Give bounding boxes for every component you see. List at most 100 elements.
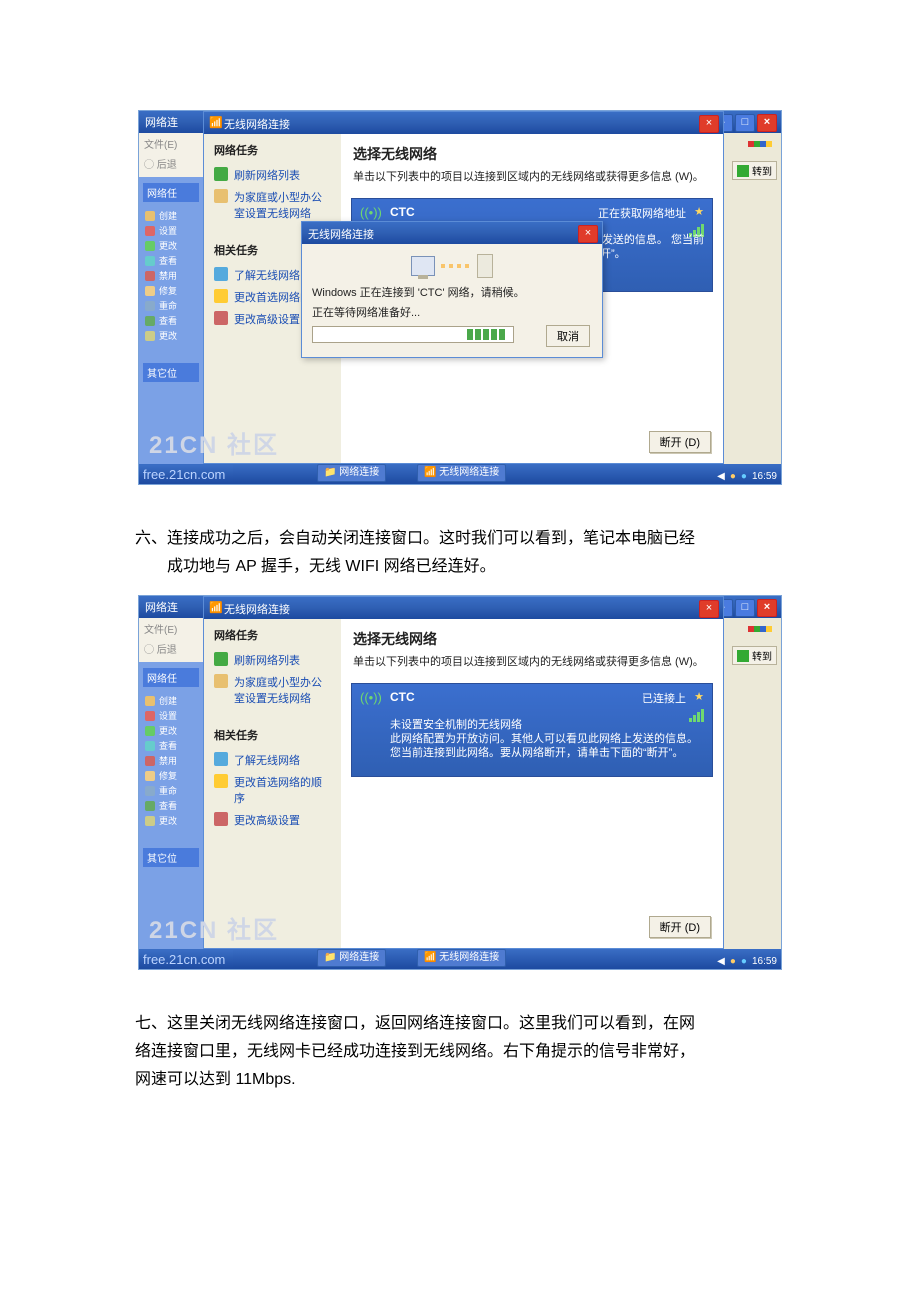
sidebar-header: 网络任 (143, 668, 199, 687)
close-button[interactable]: × (699, 600, 719, 618)
sidebar-item[interactable]: 禁用 (159, 269, 177, 282)
system-tray: ◀ ● ● 16:59 (717, 956, 777, 967)
panel-header: 网络任务 (204, 619, 341, 649)
dialog-line1: Windows 正在连接到 'CTC' 网络，请稍候。 (312, 284, 592, 300)
menu-file[interactable]: 文件(E) (139, 618, 203, 639)
watermark-text: 21CN 社区 (149, 425, 279, 460)
close-button[interactable]: × (757, 114, 777, 132)
goto-button[interactable]: 转到 (732, 646, 777, 665)
sidebar-item[interactable]: 更改 (159, 329, 177, 342)
choose-subtext: 单击以下列表中的项目以连接到区域内的无线网络或获得更多信息 (W)。 (341, 653, 723, 677)
antenna-icon: ((•)) (360, 690, 382, 705)
star-icon (214, 774, 228, 788)
signal-icon (689, 708, 704, 722)
server-icon (477, 254, 493, 278)
link-label: 更改首选网络的顺序 (234, 774, 331, 806)
network-status: 已连接上 (642, 690, 686, 706)
sidebar-item[interactable]: 更改 (159, 239, 177, 252)
info-icon (214, 267, 228, 281)
choose-header: 选择无线网络 (341, 619, 723, 653)
networks-panel: 选择无线网络 单击以下列表中的项目以连接到区域内的无线网络或获得更多信息 (W)… (341, 619, 723, 948)
outer-title: 网络连 (145, 114, 178, 130)
setup-home-link[interactable]: 为家庭或小型办公室设置无线网络 (204, 186, 341, 224)
home-icon (214, 674, 228, 688)
close-button[interactable]: × (699, 115, 719, 133)
tray-icon[interactable]: ● (741, 471, 747, 482)
sidebar-item[interactable]: 查看 (159, 799, 177, 812)
sidebar-item[interactable]: 更改 (159, 724, 177, 737)
watermark-url: free.21cn.com (139, 950, 233, 969)
change-order-link[interactable]: 更改首选网络的顺序 (204, 771, 341, 809)
explorer-toolbar: 文件(E) ◯ 后退 地址(D) (139, 618, 204, 662)
cancel-button[interactable]: 取消 (546, 325, 590, 347)
taskbar-item[interactable]: 📶 无线网络连接 (417, 464, 506, 482)
disconnect-button[interactable]: 断开 (D) (649, 431, 711, 453)
windows-flag-icon (743, 134, 777, 154)
setup-home-link[interactable]: 为家庭或小型办公室设置无线网络 (204, 671, 341, 709)
tray-icon[interactable]: ● (730, 471, 736, 482)
maximize-button[interactable]: □ (735, 599, 755, 617)
back-button[interactable]: 后退 (157, 160, 177, 171)
disconnect-button[interactable]: 断开 (D) (649, 916, 711, 938)
refresh-link[interactable]: 刷新网络列表 (204, 164, 341, 186)
star-icon: ★ (694, 690, 704, 703)
info-icon (214, 752, 228, 766)
sidebar-item[interactable]: 重命 (159, 784, 177, 797)
sidebar-item[interactable]: 查看 (159, 314, 177, 327)
taskbar-item[interactable]: 📁 网络连接 (317, 464, 386, 482)
advanced-link[interactable]: 更改高级设置 (204, 809, 341, 831)
tray-icon[interactable]: ● (741, 956, 747, 967)
sidebar-item[interactable]: 禁用 (159, 754, 177, 767)
taskbar-item[interactable]: 📶 无线网络连接 (417, 949, 506, 967)
choose-subtext: 单击以下列表中的项目以连接到区域内的无线网络或获得更多信息 (W)。 (341, 168, 723, 192)
panel-header: 网络任务 (204, 134, 341, 164)
link-label: 了解无线网络 (234, 752, 300, 768)
sidebar-item[interactable]: 设置 (159, 709, 177, 722)
windows-flag-icon (743, 619, 777, 639)
back-button[interactable]: 后退 (157, 645, 177, 656)
learn-link[interactable]: 了解无线网络 (204, 749, 341, 771)
star-icon: ★ (694, 205, 704, 218)
network-name: CTC (390, 205, 415, 219)
close-button[interactable]: × (757, 599, 777, 617)
tray-icon[interactable]: ◀ (717, 471, 725, 482)
gear-icon (214, 311, 228, 325)
progress-bar (312, 326, 514, 343)
watermark-text: 21CN 社区 (149, 910, 279, 945)
system-tray: ◀ ● ● 16:59 (717, 471, 777, 482)
sidebar-item[interactable]: 设置 (159, 224, 177, 237)
sidebar-item[interactable]: 重命 (159, 299, 177, 312)
gear-icon (214, 812, 228, 826)
explorer-toolbar: 文件(E) ◯ 后退 地址(D) (139, 133, 204, 177)
sidebar-item[interactable]: 创建 (159, 694, 177, 707)
maximize-button[interactable]: □ (735, 114, 755, 132)
goto-button[interactable]: 转到 (732, 161, 777, 180)
dialog-graphic (312, 250, 592, 284)
dialog-title: 无线网络连接 (308, 229, 374, 241)
arrow-right-icon (737, 650, 749, 662)
sidebar-item[interactable]: 修复 (159, 284, 177, 297)
close-button[interactable]: × (578, 225, 598, 243)
taskbar: free.21cn.com 📁 网络连接 📶 无线网络连接 ◀ ● ● 16:5… (139, 949, 781, 969)
sidebar-item[interactable]: 修复 (159, 769, 177, 782)
tray-icon[interactable]: ● (730, 956, 736, 967)
tray-icon[interactable]: ◀ (717, 956, 725, 967)
network-security: 未设置安全机制的无线网络 (390, 716, 522, 732)
network-msg-frag2: 开”。 (600, 245, 626, 261)
link-label: 刷新网络列表 (234, 652, 300, 668)
sidebar-item[interactable]: 更改 (159, 814, 177, 827)
sidebar-item[interactable]: 创建 (159, 209, 177, 222)
sidebar-item[interactable]: 查看 (159, 739, 177, 752)
sidebar-item[interactable]: 查看 (159, 254, 177, 267)
explorer-sidebar: 网络任 创建 设置 更改 查看 禁用 修复 重命 查看 更改 其它位 (139, 662, 203, 949)
network-item-ctc[interactable]: ((•)) CTC 已连接上 ★ 未设置安全机制的无线网络 此网络配置为开放访问… (351, 683, 713, 777)
link-label: 为家庭或小型办公室设置无线网络 (234, 189, 331, 221)
tray-clock: 16:59 (752, 471, 777, 482)
refresh-icon (214, 167, 228, 181)
dialog-line2: 正在等待网络准备好... (312, 304, 592, 320)
refresh-link[interactable]: 刷新网络列表 (204, 649, 341, 671)
connecting-dialog: 无线网络连接 × Windows 正在连接到 'CTC' 网络，请稍候。 正在等… (301, 221, 603, 358)
choose-header: 选择无线网络 (341, 134, 723, 168)
taskbar-item[interactable]: 📁 网络连接 (317, 949, 386, 967)
menu-file[interactable]: 文件(E) (139, 133, 203, 154)
